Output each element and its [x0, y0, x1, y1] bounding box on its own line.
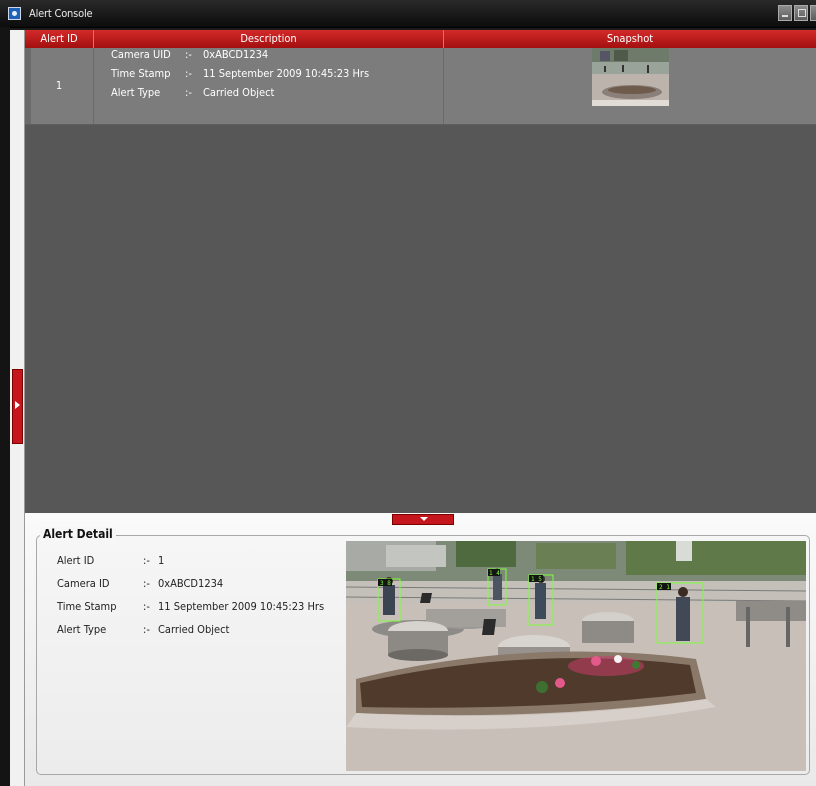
window-title: Alert Console	[29, 7, 93, 20]
detail-separator: :-	[143, 623, 150, 636]
detail-separator: :-	[143, 600, 150, 613]
field-value: 0xABCD1234	[203, 48, 269, 61]
field-value: 11 September 2009 10:45:23 Hrs	[203, 67, 370, 80]
left-edge	[0, 27, 10, 786]
field-separator: :-	[185, 48, 192, 61]
field-separator: :-	[185, 86, 192, 99]
detection-label: 3 8	[380, 580, 391, 587]
detection-label: 1 4	[489, 570, 500, 577]
side-panel-toggle-chevron-right-icon[interactable]	[12, 369, 23, 444]
alert-detail-panel: Alert ID :- 1 Camera ID :- 0xABCD1234 Ti…	[25, 513, 816, 786]
column-header-snapshot[interactable]: Snapshot	[444, 30, 816, 48]
maximize-button[interactable]	[794, 5, 808, 21]
table-header: Alert ID Description Snapshot	[25, 30, 816, 48]
cell-snapshot	[444, 48, 816, 124]
detail-label: Alert Type	[57, 623, 107, 636]
detection-label: 2 1	[659, 584, 670, 591]
table-row[interactable]: 1 Camera UID :- 0xABCD1234 Time Stamp :-…	[25, 48, 816, 125]
field-separator: :-	[185, 67, 192, 80]
alert-snapshot-image[interactable]: 3 8 1 4 1 5 2 1	[346, 541, 806, 771]
detail-value: 0xABCD1234	[158, 577, 224, 590]
detail-label: Alert ID	[57, 554, 95, 567]
close-button[interactable]	[810, 5, 816, 21]
alert-detail-legend: Alert Detail	[40, 527, 116, 541]
field-label: Alert Type	[111, 86, 161, 99]
detail-value: Carried Object	[158, 623, 230, 636]
field-label: Time Stamp	[111, 67, 171, 80]
detail-value: 11 September 2009 10:45:23 Hrs	[158, 600, 325, 613]
snapshot-thumbnail[interactable]	[592, 48, 669, 106]
cell-description: Camera UID :- 0xABCD1234 Time Stamp :- 1…	[94, 48, 444, 124]
detail-label: Time Stamp	[57, 600, 117, 613]
field-value: Carried Object	[203, 86, 275, 99]
field-label: Camera UID	[111, 48, 171, 61]
column-header-alert-id[interactable]: Alert ID	[25, 30, 94, 48]
column-header-description[interactable]: Description	[94, 30, 444, 48]
detail-separator: :-	[143, 577, 150, 590]
detection-label: 1 5	[531, 576, 542, 583]
detail-panel-toggle-chevron-down-icon[interactable]	[392, 514, 454, 525]
detail-value: 1	[158, 554, 165, 567]
camera-app-icon	[8, 7, 21, 20]
alert-table: Alert ID Description Snapshot 1 Camera U…	[25, 30, 816, 513]
cell-alert-id: 1	[25, 48, 94, 124]
title-bar: Alert Console	[0, 0, 816, 28]
detail-label: Camera ID	[57, 577, 110, 590]
minimize-button[interactable]	[778, 5, 792, 21]
detail-separator: :-	[143, 554, 150, 567]
